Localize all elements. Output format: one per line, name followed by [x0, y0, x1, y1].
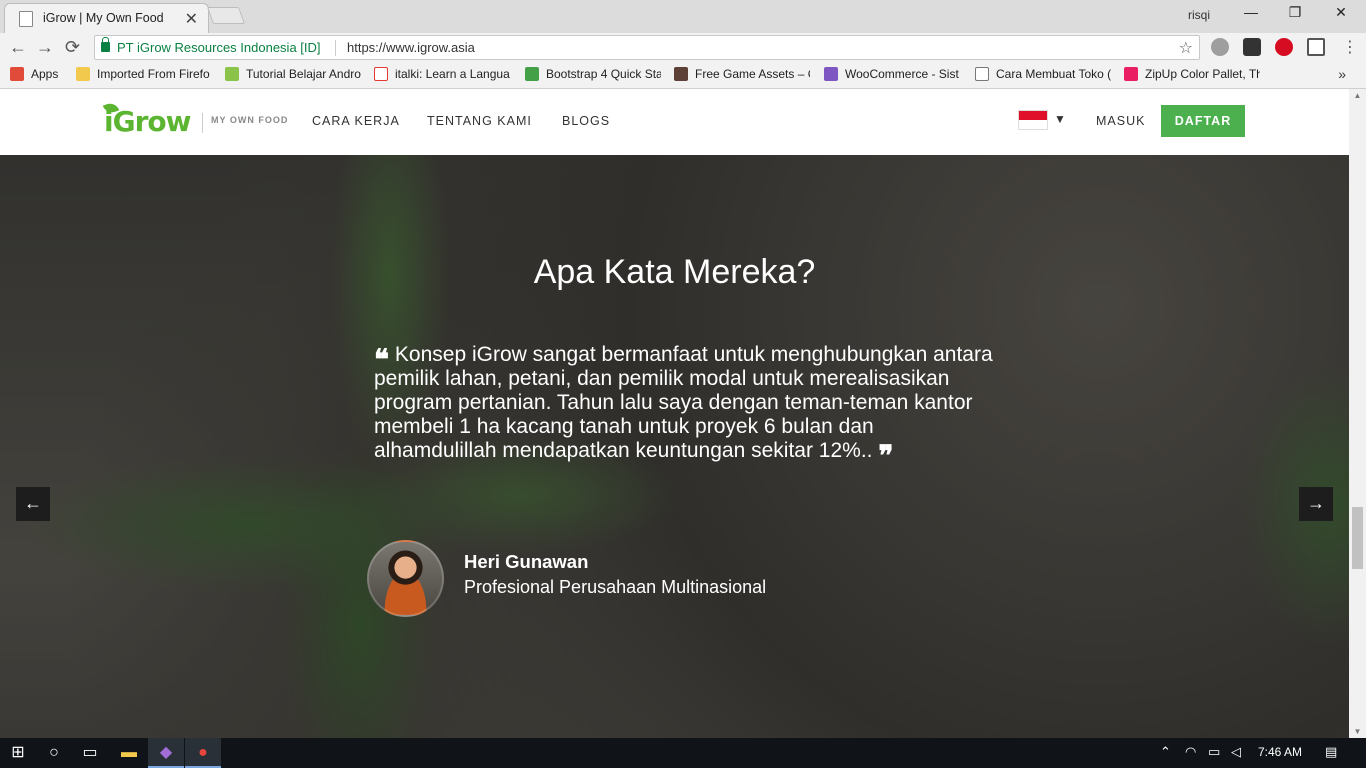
site-header: iGrow MY OWN FOOD CARA KERJA TENTANG KAM…: [0, 89, 1349, 155]
close-quote-icon: ❞: [878, 439, 894, 472]
bookmark-item[interactable]: Apps: [10, 67, 70, 81]
cortana-search-icon[interactable]: ○: [36, 738, 72, 768]
back-arrow-icon[interactable]: ←: [9, 37, 27, 58]
bookmark-item[interactable]: Bootstrap 4 Quick Sta: [525, 67, 661, 81]
folder-icon: [76, 67, 90, 81]
pinterest-icon[interactable]: [1275, 38, 1293, 56]
new-tab-button[interactable]: [206, 7, 246, 24]
bookmark-item[interactable]: Free Game Assets – G: [674, 67, 810, 81]
author-role: Profesional Perusahaan Multinasional: [464, 577, 767, 597]
volume-icon[interactable]: ◁: [1231, 744, 1241, 760]
nav-blogs[interactable]: BLOGS: [562, 114, 610, 128]
secure-site-label[interactable]: PT iGrow Resources Indonesia [ID]: [117, 40, 321, 55]
url-text[interactable]: https://www.igrow.asia: [347, 40, 475, 55]
site-logo[interactable]: iGrow: [104, 105, 191, 138]
nav-tentang-kami[interactable]: TENTANG KAMI: [427, 114, 532, 128]
action-center-icon[interactable]: ▤: [1325, 744, 1337, 760]
battery-icon[interactable]: ▭: [1208, 744, 1220, 760]
apps-grid-icon: [10, 67, 24, 81]
browser-toolbar: ← → ⟳ PT iGrow Resources Indonesia [ID] …: [0, 33, 1366, 62]
bookmark-item[interactable]: Cara Membuat Toko (: [975, 67, 1111, 81]
address-bar[interactable]: PT iGrow Resources Indonesia [ID] https:…: [94, 35, 1200, 60]
carousel-prev-button[interactable]: ←: [16, 487, 50, 521]
bookmark-item[interactable]: ZipUp Color Pallet, Th: [1124, 67, 1260, 81]
tab-title: iGrow | My Own Food: [43, 11, 164, 25]
bookmark-item[interactable]: WooCommerce - Sist: [824, 67, 960, 81]
window-close-button[interactable]: ✕: [1318, 4, 1364, 21]
bootstrap-icon: [525, 67, 539, 81]
lock-icon: [101, 37, 110, 52]
carousel-next-button[interactable]: →: [1299, 487, 1333, 521]
taskbar-clock[interactable]: 7:46 AM: [1258, 745, 1302, 759]
wifi-icon[interactable]: ◠: [1185, 744, 1196, 760]
nav-cara-kerja[interactable]: CARA KERJA: [312, 114, 400, 128]
windows-taskbar: ⊞ ○ ▭ ▬ ◆ ● ⌃ ◠ ▭ ◁ 7:46 AM ▤: [0, 738, 1366, 768]
scroll-thumb[interactable]: [1352, 507, 1363, 569]
site-tagline: MY OWN FOOD: [202, 113, 288, 133]
page-scrollbar[interactable]: ▲ ▼: [1349, 89, 1366, 738]
extension-screenshot-icon[interactable]: [1307, 38, 1325, 56]
section-heading: Apa Kata Mereka?: [533, 253, 816, 291]
bookmark-star-icon[interactable]: ☆: [1179, 38, 1193, 58]
testimonial-quote: ❝ Konsep iGrow sangat bermanfaat untuk m…: [374, 343, 994, 470]
author-avatar: [367, 540, 444, 617]
page-favicon-icon: [19, 11, 33, 27]
address-separator: [335, 40, 336, 56]
indonesia-flag-icon[interactable]: [1018, 110, 1048, 130]
scroll-up-arrow-icon[interactable]: ▲: [1349, 91, 1366, 100]
game-assets-icon: [674, 67, 688, 81]
zipup-icon: [1124, 67, 1138, 81]
window-minimize-button[interactable]: —: [1228, 4, 1274, 20]
language-caret-icon[interactable]: ▼: [1054, 112, 1066, 126]
browser-tab-active[interactable]: iGrow | My Own Food ✕: [4, 3, 209, 33]
woocommerce-icon: [824, 67, 838, 81]
bookmarks-bar: Apps Imported From Firefo Tutorial Belaj…: [0, 62, 1366, 89]
testimonial-hero: Apa Kata Mereka? ❝ Konsep iGrow sangat b…: [0, 155, 1349, 738]
window-restore-button[interactable]: ❐: [1272, 4, 1318, 21]
android-icon: [225, 67, 239, 81]
chrome-icon[interactable]: ●: [185, 738, 221, 768]
bookmarks-overflow-button[interactable]: »: [1338, 66, 1346, 82]
bookmark-item[interactable]: italki: Learn a Langua: [374, 67, 510, 81]
profile-name[interactable]: risqi: [1188, 8, 1210, 22]
extension-cloud-icon[interactable]: [1211, 38, 1229, 56]
quote-text: Konsep iGrow sangat bermanfaat untuk men…: [374, 343, 993, 462]
signup-button[interactable]: DAFTAR: [1161, 105, 1245, 137]
bookmark-item[interactable]: Imported From Firefo: [76, 67, 211, 81]
file-explorer-icon[interactable]: ▬: [111, 738, 147, 768]
browser-menu-icon[interactable]: ⋮: [1342, 37, 1358, 57]
reload-icon[interactable]: ⟳: [65, 37, 80, 58]
tab-close-icon[interactable]: ✕: [185, 9, 198, 29]
bookmark-item[interactable]: Tutorial Belajar Andro: [225, 67, 361, 81]
author-name: Heri Gunawan: [464, 551, 589, 572]
visual-studio-icon[interactable]: ◆: [148, 738, 184, 768]
login-link[interactable]: MASUK: [1096, 114, 1145, 128]
italki-icon: [374, 67, 388, 81]
scroll-down-arrow-icon[interactable]: ▼: [1349, 727, 1366, 736]
task-view-icon[interactable]: ▭: [72, 738, 108, 768]
page-icon: [975, 67, 989, 81]
tray-expand-icon[interactable]: ⌃: [1160, 744, 1171, 760]
windows-start-icon[interactable]: ⊞: [0, 738, 36, 768]
browser-tabstrip: iGrow | My Own Food ✕ risqi — ❐ ✕: [0, 0, 1366, 33]
extension-ghost-icon[interactable]: [1243, 38, 1261, 56]
forward-arrow-icon[interactable]: →: [36, 37, 54, 58]
